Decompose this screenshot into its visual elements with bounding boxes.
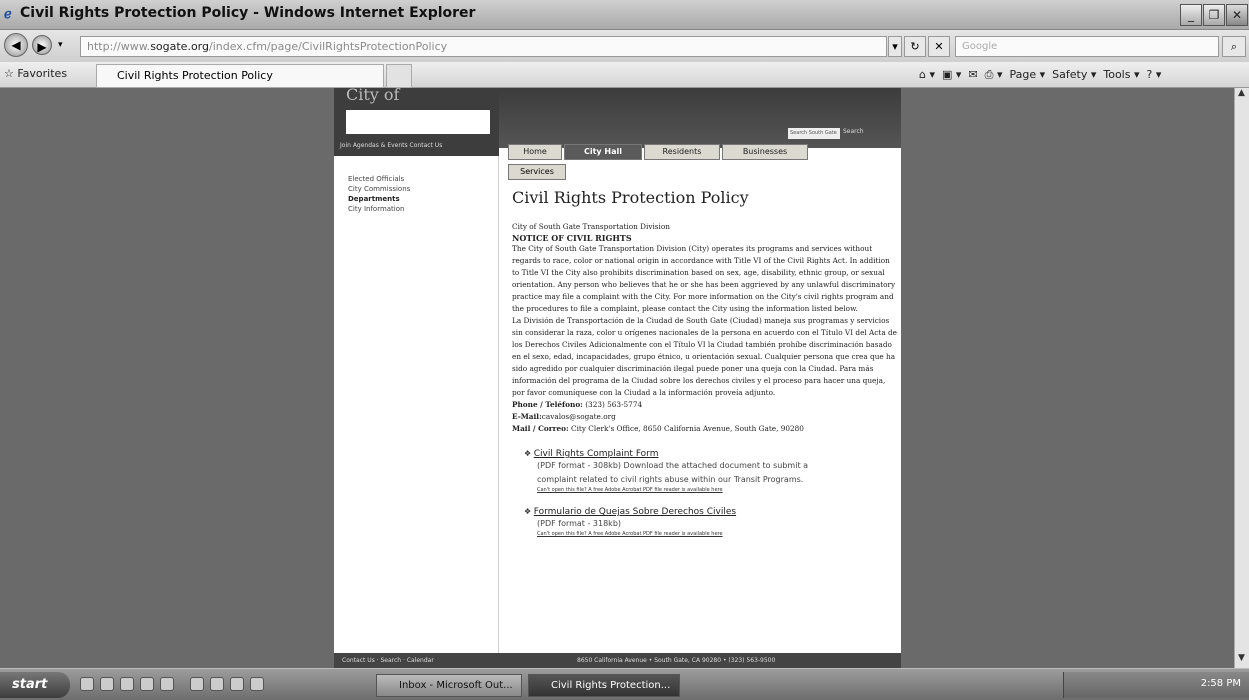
new-tab-button[interactable] [386, 64, 412, 88]
window-title: Civil Rights Protection Policy - Windows… [20, 5, 476, 21]
quicklaunch-icon[interactable] [250, 677, 264, 691]
address-bar[interactable]: http://www.sogate.org/index.cfm/page/Civ… [80, 36, 887, 57]
command-bar: ⌂ ▾ ▣ ▾ ✉ ⎙ ▾ Page ▾ Safety ▾ Tools ▾ ? … [919, 68, 1161, 82]
print-icon[interactable]: ⎙ ▾ [985, 68, 1003, 81]
complaint-form-link[interactable]: Civil Rights Complaint Form [534, 449, 659, 459]
main-content: Civil Rights Protection Policy City of S… [512, 188, 897, 537]
stop-icon[interactable]: ✕ [928, 36, 950, 57]
paragraph-spanish: La División de Transportación de la Ciud… [512, 316, 897, 397]
close-button[interactable]: ✕ [1226, 4, 1248, 26]
web-page: City of Join Agendas & Events Contact Us… [334, 88, 901, 668]
safety-menu[interactable]: Safety ▾ [1052, 68, 1096, 81]
formulario-link[interactable]: Formulario de Quejas Sobre Derechos Civi… [534, 507, 736, 517]
tab-businesses[interactable]: Businesses [722, 144, 808, 160]
quicklaunch-icon[interactable] [140, 677, 154, 691]
quicklaunch-icon[interactable] [120, 677, 134, 691]
bullet-icon: ❖ [524, 449, 532, 458]
city-label: City of [346, 88, 400, 104]
header-links[interactable]: Join Agendas & Events Contact Us [340, 142, 442, 149]
site-search-button[interactable]: Search [843, 128, 864, 135]
tab-current[interactable]: Civil Rights Protection Policy [96, 64, 384, 88]
quicklaunch-icon[interactable] [80, 677, 94, 691]
favorites-button[interactable]: ☆ Favorites [4, 67, 67, 80]
site-header-banner: Search South Gate Search [499, 88, 901, 148]
help-icon[interactable]: ? ▾ [1146, 68, 1161, 81]
site-nav-tabs: Home City Hall Residents Businesses [499, 144, 901, 161]
mail-icon[interactable]: ✉ [968, 68, 977, 81]
taskbar: start Inbox - Microsoft Out... Civil Rig… [0, 668, 1249, 700]
tools-menu[interactable]: Tools ▾ [1103, 68, 1139, 81]
address-toolbar: ◀ ▶ ▾ http://www.sogate.org/index.cfm/pa… [0, 30, 1249, 62]
sidebar-item-departments[interactable]: Departments [348, 194, 498, 204]
window-titlebar: ℯ Civil Rights Protection Policy - Windo… [0, 0, 1249, 30]
taskbar-item-outlook[interactable]: Inbox - Microsoft Out... [376, 674, 522, 697]
paragraph-english: The City of South Gate Transportation Di… [512, 244, 896, 313]
forward-icon[interactable]: ▶ [32, 35, 52, 55]
address-dropdown-icon[interactable]: ▾ [888, 36, 902, 57]
scroll-down-icon[interactable]: ▼ [1235, 653, 1248, 668]
maximize-button[interactable]: ❐ [1203, 4, 1225, 26]
quicklaunch-icon[interactable] [210, 677, 224, 691]
minimize-button[interactable]: _ [1180, 4, 1202, 26]
favorites-bar: ☆ Favorites Civil Rights Protection Poli… [0, 62, 1249, 88]
back-icon[interactable]: ◀ [4, 33, 28, 57]
site-footer: Contact Us · Search · Calendar 8650 Cali… [334, 653, 901, 668]
document-item: ❖ Formulario de Quejas Sobre Derechos Ci… [524, 507, 897, 537]
quicklaunch-icon[interactable] [190, 677, 204, 691]
web-viewport: City of Join Agendas & Events Contact Us… [0, 88, 1234, 668]
bullet-icon: ❖ [524, 507, 532, 516]
search-icon[interactable]: ⌕ [1222, 36, 1246, 57]
email-line: E-Mail:cavalos@sogate.org [512, 412, 616, 421]
logo-redacted [346, 110, 490, 134]
notice-heading: NOTICE OF CIVIL RIGHTS [512, 233, 632, 243]
division-line: City of South Gate Transportation Divisi… [512, 222, 670, 231]
sidebar: Elected Officials City Commissions Depar… [334, 156, 499, 668]
home-icon[interactable]: ⌂ ▾ [919, 68, 935, 81]
feeds-icon[interactable]: ▣ ▾ [942, 68, 961, 81]
quicklaunch-icon[interactable] [160, 677, 174, 691]
page-title: Civil Rights Protection Policy [512, 188, 749, 207]
scroll-up-icon[interactable]: ▲ [1235, 88, 1248, 103]
clock: 2:58 PM [1200, 678, 1241, 689]
footer-links[interactable]: Contact Us · Search · Calendar [342, 653, 434, 668]
tab-services[interactable]: Services [508, 164, 566, 180]
refresh-icon[interactable]: ↻ [904, 36, 926, 57]
quicklaunch-icon[interactable] [230, 677, 244, 691]
acrobat-link[interactable]: Can't open this file? A free Adobe Acrob… [537, 531, 897, 537]
footer-address: 8650 California Avenue • South Gate, CA … [577, 657, 776, 664]
vertical-scrollbar[interactable]: ▲ ▼ [1234, 88, 1249, 668]
search-input[interactable]: Google [955, 36, 1219, 57]
taskbar-item-ie[interactable]: Civil Rights Protection... [528, 674, 680, 697]
document-item: ❖ Civil Rights Complaint Form (PDF forma… [524, 449, 897, 493]
history-dropdown-icon[interactable]: ▾ [58, 40, 63, 50]
sidebar-item-city-information[interactable]: City Information [348, 204, 498, 214]
tab-city-hall[interactable]: City Hall [564, 144, 642, 160]
system-tray: 2:58 PM [1063, 672, 1249, 698]
sidebar-item-city-commissions[interactable]: City Commissions [348, 184, 498, 194]
tab-residents[interactable]: Residents [644, 144, 720, 160]
ie-icon[interactable] [100, 677, 114, 691]
ie-logo-icon: ℯ [4, 7, 12, 22]
acrobat-link[interactable]: Can't open this file? A free Adobe Acrob… [537, 487, 897, 493]
mail-line: Mail / Correo: City Clerk's Office, 8650… [512, 424, 804, 433]
site-header-logo-area: City of Join Agendas & Events Contact Us [334, 88, 499, 156]
page-menu[interactable]: Page ▾ [1009, 68, 1045, 81]
sidebar-item-elected-officials[interactable]: Elected Officials [348, 174, 498, 184]
site-search-input[interactable]: Search South Gate [788, 128, 840, 139]
tab-home[interactable]: Home [508, 144, 562, 160]
phone-line: Phone / Teléfono: (323) 563-5774 [512, 400, 643, 409]
start-button[interactable]: start [0, 672, 70, 698]
